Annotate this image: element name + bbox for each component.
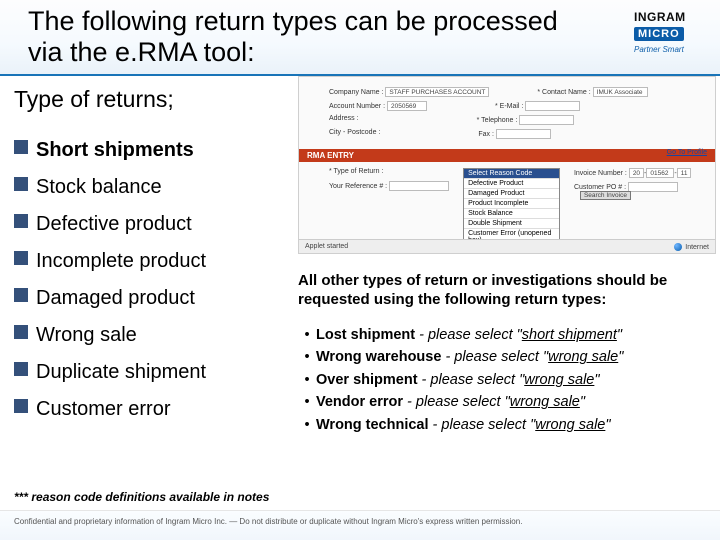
other-types-note: All other types of return or investigati… [298,272,718,310]
email-value [525,101,580,111]
account-value: 2050569 [387,101,427,111]
contact-label: * Contact Name : [537,89,590,96]
bullet-square-icon [14,288,28,302]
return-type-label: Wrong sale [36,321,137,349]
dropdown-option[interactable]: Product Incomplete [464,198,559,208]
dropdown-selected: Select Reason Code [464,169,559,178]
other-type-text: Wrong technical - please select "wrong s… [316,414,611,436]
slide-header: The following return types can be proces… [0,0,720,76]
bullet-square-icon [14,214,28,228]
return-type-item: Defective product [14,210,284,238]
dropdown-option[interactable]: Defective Product [464,178,559,188]
reason-code-footnote: *** reason code definitions available in… [14,490,269,504]
other-type-item: •Lost shipment - please select "short sh… [298,324,718,346]
tel-label: * Telephone : [477,117,518,124]
other-type-text: Over shipment - please select "wrong sal… [316,369,600,391]
brand-logo: INGRAM MICRO Partner Smart [634,10,714,54]
return-type-item: Wrong sale [14,321,284,349]
invoice-seg1: 20 [629,168,644,178]
return-type-label: Defective product [36,210,192,238]
other-type-item: •Wrong technical - please select "wrong … [298,414,718,436]
return-type-item: Stock balance [14,173,284,201]
return-type-label: Incomplete product [36,247,206,275]
other-type-item: •Wrong warehouse - please select "wrong … [298,346,718,368]
other-type-item: •Over shipment - please select "wrong sa… [298,369,718,391]
bullet-square-icon [14,362,28,376]
rma-entry-bar: RMA ENTRY [299,149,715,162]
address-label: Address : [329,115,359,122]
invoice-seg3: 11 [677,168,692,178]
other-type-text: Vendor error - please select "wrong sale… [316,391,585,413]
go-to-profile-link[interactable]: Go To Profile [667,149,707,156]
bullet-square-icon [14,177,28,191]
brand-line1: INGRAM [634,10,714,24]
city-label: City - Postcode : [329,129,380,136]
type-of-return-label: * Type of Return : [329,168,383,175]
bullet-dot-icon: • [298,324,316,346]
other-type-text: Wrong warehouse - please select "wrong s… [316,346,623,368]
your-ref-value [389,181,449,191]
account-label: Account Number : [329,103,385,110]
company-label: Company Name : [329,89,383,96]
contact-value: IMUK Associate [593,87,648,97]
bullet-square-icon [14,399,28,413]
tel-value [519,115,574,125]
your-ref-label: Your Reference # : [329,183,387,190]
bullet-dot-icon: • [298,346,316,368]
bullet-dot-icon: • [298,391,316,413]
bullet-dot-icon: • [298,414,316,436]
fax-label: Fax : [478,131,494,138]
return-type-label: Duplicate shipment [36,358,206,386]
slide-body: Type of returns; Short shipmentsStock ba… [0,76,720,506]
return-type-label: Stock balance [36,173,162,201]
fax-value [496,129,551,139]
custpo-value [628,182,678,192]
email-label: * E-Mail : [495,103,523,110]
company-value: STAFF PURCHASES ACCOUNT [385,87,489,97]
return-types-list: Short shipments Stock balance Defective pr… [14,136,284,432]
bullet-square-icon [14,325,28,339]
return-type-label: Customer error [36,395,170,423]
brand-tagline: Partner Smart [634,45,714,54]
bullet-square-icon [14,140,28,154]
status-left: Applet started [305,243,348,250]
return-type-item: Short shipments [14,136,284,164]
slide-title: The following return types can be proces… [28,6,588,68]
status-right: Internet [685,243,709,250]
invoice-seg2: 01562 [646,168,674,178]
invoice-label: Invoice Number : [574,170,627,177]
dropdown-option[interactable]: Stock Balance [464,208,559,218]
return-type-label: Damaged product [36,284,195,312]
bullet-square-icon [14,251,28,265]
return-type-item: Incomplete product [14,247,284,275]
custpo-label: Customer PO # : [574,184,626,191]
internet-icon [674,243,682,251]
return-type-item: Duplicate shipment [14,358,284,386]
other-type-text: Lost shipment - please select "short shi… [316,324,622,346]
bullet-dot-icon: • [298,369,316,391]
brand-line2: MICRO [634,27,684,41]
erma-tool-screenshot: Company Name : STAFF PURCHASES ACCOUNT *… [298,76,716,254]
dropdown-option[interactable]: Double Shipment [464,218,559,228]
browser-status-bar: Applet started Internet [299,239,715,253]
confidential-footer: Confidential and proprietary information… [0,510,720,540]
return-type-label: Short shipments [36,136,194,164]
dropdown-option[interactable]: Damaged Product [464,188,559,198]
other-types-list: •Lost shipment - please select "short sh… [298,324,718,436]
return-type-item: Customer error [14,395,284,423]
search-invoice-button[interactable]: Search Invoice [580,191,631,200]
other-type-item: •Vendor error - please select "wrong sal… [298,391,718,413]
return-type-item: Damaged product [14,284,284,312]
